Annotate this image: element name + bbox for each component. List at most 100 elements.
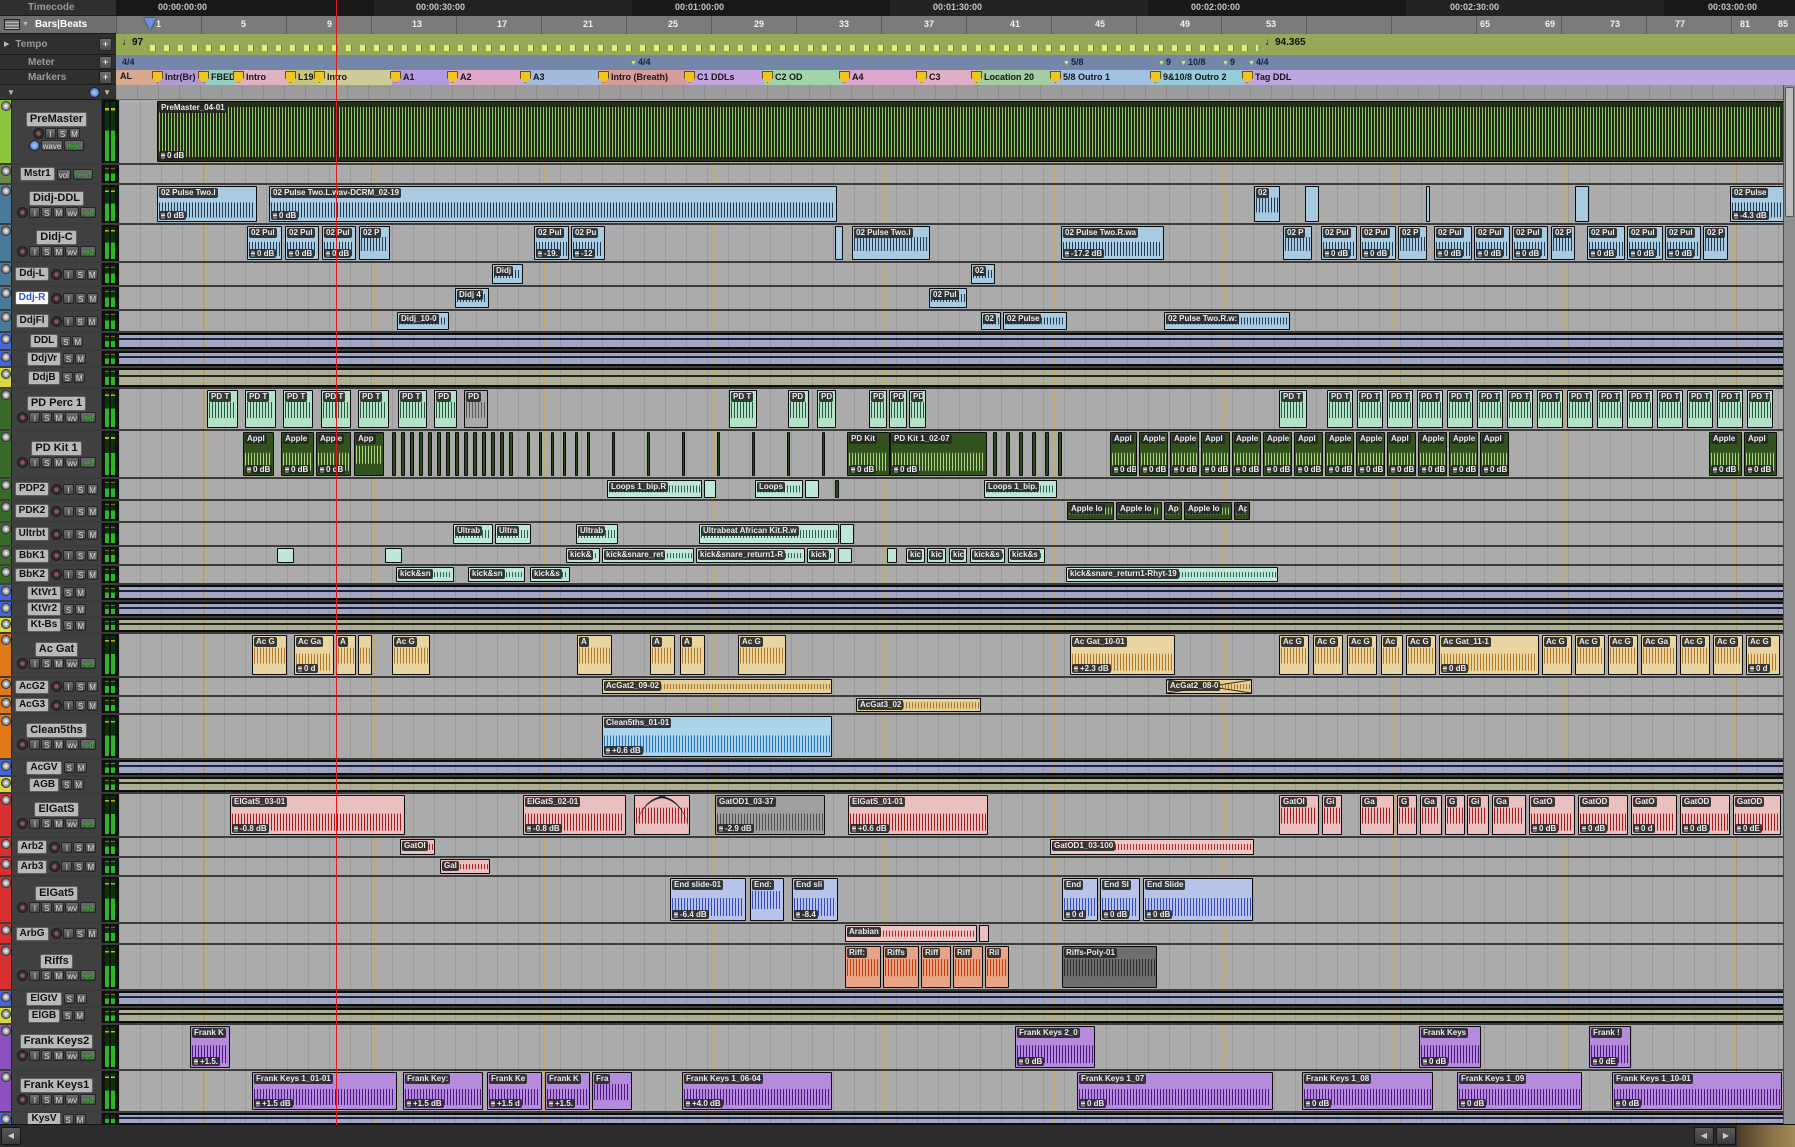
track-color-strip[interactable]: [0, 547, 12, 564]
track-lane[interactable]: Ac GAc Ga0 dAAc GAAAAc GAc Gat_10-01+2.3…: [119, 634, 1795, 676]
audio-clip[interactable]: Ac G: [1347, 635, 1377, 675]
input-monitor-button[interactable]: I: [29, 658, 40, 669]
track-lane[interactable]: Arabian: [119, 924, 1795, 943]
clip-gain-badge[interactable]: 0 d: [1748, 664, 1770, 673]
audio-clip[interactable]: PD T: [729, 390, 757, 428]
track-view-selector[interactable]: wv: [65, 1094, 79, 1105]
audio-clip[interactable]: Apple0 dB: [1449, 432, 1478, 476]
audio-clip[interactable]: [575, 432, 578, 476]
audio-clip[interactable]: kick&s: [530, 567, 570, 582]
track-view-selector[interactable]: wv: [65, 246, 79, 257]
audio-clip[interactable]: [428, 432, 432, 476]
marker[interactable]: Intro: [314, 71, 347, 83]
audio-clip[interactable]: Apple0 dB: [1709, 432, 1742, 476]
audio-clip[interactable]: Frank Keys 1_10-010 dB: [1612, 1072, 1782, 1110]
timecode-ruler-body[interactable]: 00:00:00:0000:00:30:0000:01:00:0000:01:3…: [116, 0, 1795, 16]
audio-clip[interactable]: Ga: [1420, 795, 1442, 835]
marker[interactable]: 5/8 Outro 1: [1050, 71, 1110, 83]
add-meter-button[interactable]: +: [99, 56, 112, 69]
audio-clip[interactable]: Ultrab: [453, 524, 493, 544]
audio-clip[interactable]: [1305, 186, 1319, 222]
record-enable-button[interactable]: [17, 739, 28, 750]
solo-button[interactable]: S: [75, 569, 86, 580]
clip-gain-badge[interactable]: 0 dB: [1323, 249, 1350, 258]
audio-clip[interactable]: [392, 432, 396, 476]
automation-mode-button[interactable]: red: [80, 739, 96, 750]
audio-clip[interactable]: GatOD1_03-37-2.9 dB: [715, 795, 825, 835]
clip-gain-badge[interactable]: 0 dB: [1358, 465, 1385, 474]
input-monitor-button[interactable]: I: [63, 569, 74, 580]
add-tempo-button[interactable]: +: [99, 38, 112, 51]
track-color-strip[interactable]: [0, 924, 12, 943]
record-enable-button[interactable]: [51, 269, 62, 280]
input-monitor-button[interactable]: I: [45, 128, 56, 139]
chevron-down-icon[interactable]: ▼: [7, 88, 15, 97]
audio-clip[interactable]: [717, 432, 720, 476]
track-lane[interactable]: PD TPD TPD TPD TPD TPD TPDPDPD TPDPDPDPD…: [119, 389, 1795, 429]
audio-clip[interactable]: [1575, 186, 1589, 222]
audio-clip[interactable]: Ac G: [392, 635, 430, 675]
audio-clip[interactable]: Clean5ths_01-01+0.6 dB: [602, 716, 832, 757]
mute-button[interactable]: M: [76, 762, 87, 773]
track-expand-icon[interactable]: [1, 761, 11, 771]
audio-clip[interactable]: [491, 432, 495, 476]
track-lane[interactable]: Clean5ths_01-01+0.6 dB: [119, 715, 1795, 758]
audio-clip[interactable]: Riffs-Poly-01: [1062, 946, 1157, 988]
audio-clip[interactable]: [587, 432, 590, 476]
audio-clip[interactable]: A: [650, 635, 675, 675]
track-view-selector[interactable]: wv: [65, 207, 79, 218]
audio-clip[interactable]: Frank Ke+1.5 d: [487, 1072, 542, 1110]
record-enable-button[interactable]: [51, 928, 62, 939]
track-name[interactable]: PDP2: [15, 482, 49, 496]
audio-clip[interactable]: PD T: [1687, 390, 1713, 428]
mute-button[interactable]: M: [53, 457, 64, 468]
marker-tag-icon[interactable]: [839, 71, 850, 83]
track-lane[interactable]: Gal: [119, 858, 1795, 875]
audio-clip[interactable]: PD: [889, 390, 907, 428]
audio-clip[interactable]: PD T: [1477, 390, 1503, 428]
track-expand-icon[interactable]: [1, 264, 11, 274]
track-expand-icon[interactable]: [1, 226, 11, 236]
audio-clip[interactable]: PD T: [1657, 390, 1683, 428]
audio-clip[interactable]: [979, 925, 989, 942]
audio-clip[interactable]: 02 Pul0 dB: [1360, 226, 1396, 260]
clip-gain-badge[interactable]: +0.6 dB: [604, 746, 643, 755]
mute-button[interactable]: M: [53, 1094, 64, 1105]
track-name[interactable]: KtVr1: [27, 586, 61, 600]
automation-mode-button[interactable]: read: [64, 140, 84, 151]
input-monitor-button[interactable]: I: [63, 928, 74, 939]
track-expand-icon[interactable]: [1, 795, 11, 805]
input-monitor-button[interactable]: I: [29, 457, 40, 468]
audio-clip[interactable]: Gal: [440, 859, 490, 874]
clip-gain-badge[interactable]: -2.9 dB: [717, 824, 754, 833]
track-color-strip[interactable]: [0, 333, 12, 349]
audio-clip[interactable]: PD T: [398, 390, 427, 428]
audio-clip[interactable]: Apple0 dB: [1356, 432, 1385, 476]
track-name[interactable]: Clean5ths: [26, 723, 87, 738]
audio-clip[interactable]: 02 Pul0 dB: [285, 226, 319, 260]
audio-clip[interactable]: Ac G: [738, 635, 786, 675]
solo-button[interactable]: S: [75, 269, 86, 280]
track-expand-icon[interactable]: [1, 586, 11, 596]
track-name[interactable]: PDK2: [15, 504, 50, 518]
mute-button[interactable]: M: [53, 970, 64, 981]
audio-clip[interactable]: A: [680, 635, 705, 675]
track-expand-icon[interactable]: [1, 567, 11, 577]
audio-clip[interactable]: 02 Pul: [929, 288, 967, 308]
marker-tag-icon[interactable]: [152, 71, 163, 83]
track-lane[interactable]: [119, 991, 1795, 1006]
audio-clip[interactable]: PD T: [1627, 390, 1653, 428]
clip-gain-badge[interactable]: 0 dB: [1203, 465, 1230, 474]
audio-clip[interactable]: Ac: [1381, 635, 1403, 675]
track-name[interactable]: Riffs: [40, 954, 72, 969]
solo-button[interactable]: S: [57, 128, 68, 139]
track-name[interactable]: DdjB: [28, 371, 59, 385]
marker-tag-icon[interactable]: [520, 71, 531, 83]
marker[interactable]: A3: [520, 71, 545, 83]
track-view-selector[interactable]: wv: [65, 970, 79, 981]
track-view-selector[interactable]: wv: [65, 457, 79, 468]
track-expand-icon[interactable]: [1, 334, 11, 344]
marker-tag-icon[interactable]: [598, 71, 609, 83]
automation-mode-button[interactable]: red: [80, 902, 96, 913]
track-color-strip[interactable]: [0, 634, 12, 676]
